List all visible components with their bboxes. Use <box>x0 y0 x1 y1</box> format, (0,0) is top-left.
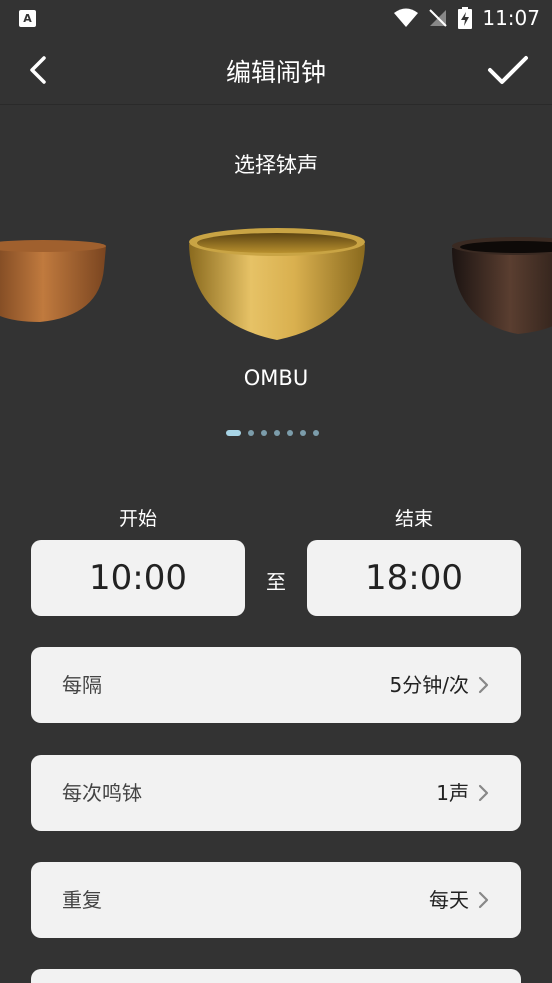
bowl-section-title: 选择钵声 <box>234 153 318 177</box>
to-label: 至 <box>266 570 286 594</box>
app-notification-icon: A <box>19 10 36 27</box>
page-dot <box>248 430 254 436</box>
interval-row[interactable]: 每隔 5分钟/次 <box>31 647 521 723</box>
page-dot <box>313 430 319 436</box>
start-time-picker[interactable]: 10:00 <box>31 540 245 616</box>
row-label: 重复 <box>62 888 102 912</box>
page-dot <box>274 430 280 436</box>
row-label: 每次鸣钵 <box>62 781 142 805</box>
repeat-row[interactable]: 重复 每天 <box>31 862 521 938</box>
chevron-right-icon <box>478 891 489 909</box>
no-signal-icon <box>429 9 448 27</box>
row-value: 5分钟/次 <box>389 673 469 697</box>
wifi-icon <box>394 8 419 27</box>
end-label: 结束 <box>394 508 433 530</box>
start-label: 开始 <box>118 508 157 530</box>
confirm-button[interactable] <box>486 50 530 90</box>
row-value: 1声 <box>436 781 469 805</box>
page-title: 编辑闹钟 <box>225 58 326 87</box>
row-value: 每天 <box>429 888 469 912</box>
next-row-partial[interactable] <box>31 969 521 983</box>
page-dot <box>261 430 267 436</box>
bowl-selected[interactable] <box>185 226 369 346</box>
status-bar: A 11:07 <box>0 0 552 36</box>
end-time-picker[interactable]: 18:00 <box>307 540 521 616</box>
row-label: 每隔 <box>62 673 102 697</box>
page-dot <box>287 430 293 436</box>
bowl-next[interactable] <box>448 234 552 338</box>
chevron-right-icon <box>478 676 489 694</box>
page-dot <box>300 430 306 436</box>
selected-bowl-name: OMBU <box>243 366 309 390</box>
battery-charging-icon <box>458 7 473 29</box>
bowl-prev[interactable] <box>0 238 110 328</box>
app-notification-letter: A <box>23 12 32 25</box>
chevron-right-icon <box>478 784 489 802</box>
checkmark-icon <box>488 56 528 84</box>
status-time: 11:07 <box>482 6 540 30</box>
carousel-page-indicator <box>226 428 319 438</box>
app-header: 编辑闹钟 <box>0 36 552 105</box>
strikes-row[interactable]: 每次鸣钵 1声 <box>31 755 521 831</box>
page-dot-active <box>226 430 241 436</box>
status-icons: 11:07 <box>394 6 540 30</box>
